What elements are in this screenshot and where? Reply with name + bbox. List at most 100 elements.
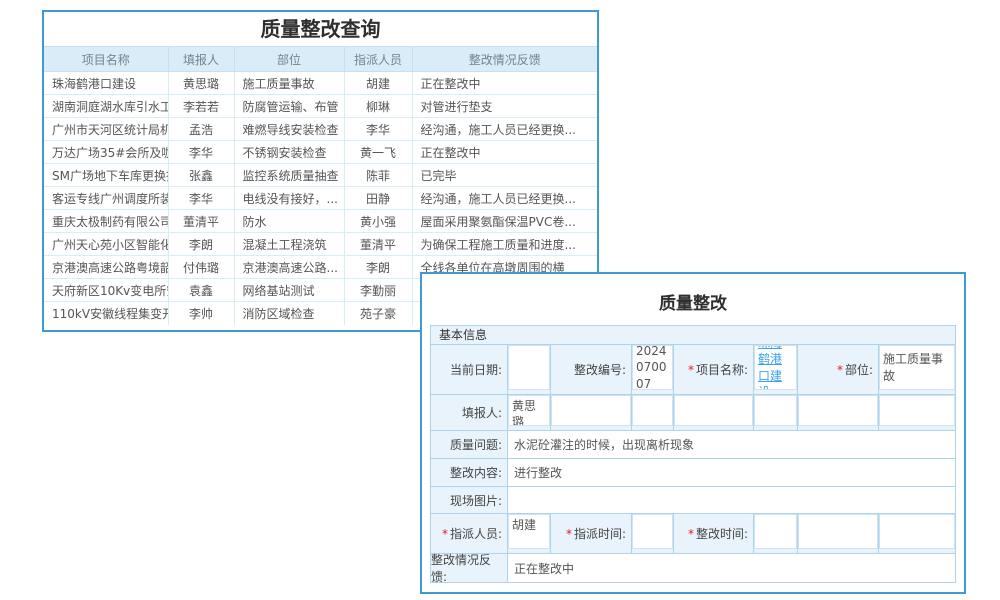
project-name-link[interactable]: 京港澳高速公路粤境韶关至 [44, 256, 168, 279]
empty-cell [754, 395, 798, 430]
project-name-link[interactable]: 110kV安徽线程集变开断线 [44, 302, 168, 325]
assignee-link[interactable]: 胡建 [344, 72, 412, 95]
reporter-link[interactable]: 李帅 [168, 302, 234, 325]
rect-time-field[interactable] [754, 514, 797, 549]
part-text: 混凝土工程浇筑 [234, 233, 344, 256]
content-label: 整改内容: [431, 459, 508, 486]
part-text: 难燃导线安装检查 [234, 118, 344, 141]
col-header-project: 项目名称 [44, 47, 168, 72]
part-text: 京港澳高速公路... [234, 256, 344, 279]
quality-rectification-form-panel: 质量整改 基本信息 当前日期: 整改编号: 2024070007 * 项目名称: [420, 272, 966, 594]
col-header-part: 部位 [234, 47, 344, 72]
required-marker: * [688, 363, 694, 377]
assignee-link[interactable]: 李勤丽 [344, 279, 412, 302]
feedback-text: 经沟通，施工人员已经更换... [412, 118, 597, 141]
part-text: 防水 [234, 210, 344, 233]
empty-cell [798, 395, 879, 430]
feedback-text: 屋面采用聚氨酯保温PVC卷... [412, 210, 597, 233]
empty-field[interactable] [798, 395, 878, 426]
required-marker: * [837, 363, 843, 377]
project-name-link[interactable]: 广州市天河区统计局机房改 [44, 118, 168, 141]
assignee-link[interactable]: 李华 [344, 118, 412, 141]
assign-time-field[interactable] [632, 514, 673, 549]
empty-field[interactable] [632, 395, 673, 426]
reporter-link[interactable]: 李华 [168, 187, 234, 210]
empty-cell [879, 395, 955, 430]
reporter-link[interactable]: 袁鑫 [168, 279, 234, 302]
photo-label: 现场图片: [431, 487, 508, 513]
reporter-link[interactable]: 董清平 [168, 210, 234, 233]
current-date-field[interactable] [508, 345, 550, 390]
assignee-link[interactable]: 陈菲 [344, 164, 412, 187]
assignee-cell: 胡建 [508, 514, 551, 553]
part-text: 不锈钢安装检查 [234, 141, 344, 164]
table-row: 湖南洞庭湖水库引水工程施李若若防腐管运输、布管柳琳对管进行垫支 [44, 95, 597, 118]
form-panel-title: 质量整改 [422, 274, 964, 325]
form-row-reporter: 填报人: 黄思璐 [431, 395, 955, 431]
assignee-link[interactable]: 黄小强 [344, 210, 412, 233]
project-name-link[interactable]: 珠海鹤港口建设 [758, 345, 793, 390]
assignee-link[interactable]: 柳琳 [344, 95, 412, 118]
reporter-link[interactable]: 孟浩 [168, 118, 234, 141]
assignee-link[interactable]: 李朗 [344, 256, 412, 279]
assignee-link[interactable]: 田静 [344, 187, 412, 210]
project-name-label: * 项目名称: [674, 345, 754, 394]
table-row: 广州天心苑小区智能化系统李朗混凝土工程浇筑董清平为确保工程施工质量和进度... [44, 233, 597, 256]
table-row: 万达广场35#会所及咖啡厅李华不锈钢安装检查黄一飞正在整改中 [44, 141, 597, 164]
part-field[interactable]: 施工质量事故 [879, 345, 955, 390]
project-name-field[interactable]: 珠海鹤港口建设 [754, 345, 797, 390]
required-marker: * [566, 527, 572, 541]
col-header-assignee: 指派人员 [344, 47, 412, 72]
project-name-link[interactable]: 客运专线广州调度所装修项 [44, 187, 168, 210]
photo-field[interactable] [508, 487, 955, 513]
table-row: 客运专线广州调度所装修项李华电线没有接好，...田静经沟通，施工人员已经更换..… [44, 187, 597, 210]
empty-cell [551, 395, 632, 430]
assignee-link[interactable]: 苑子豪 [344, 302, 412, 325]
assignee-link[interactable]: 董清平 [344, 233, 412, 256]
table-row: SM广场地下车库更换摄像张鑫监控系统质量抽查陈菲已完毕 [44, 164, 597, 187]
part-label: * 部位: [798, 345, 879, 394]
project-name-link[interactable]: 重庆太极制药有限公司亳州 [44, 210, 168, 233]
reporter-link[interactable]: 付伟璐 [168, 256, 234, 279]
form-row-issue: 质量问题: 水泥砼灌注的时候，出现离析现象 [431, 431, 955, 459]
query-table-header-row: 项目名称 填报人 部位 指派人员 整改情况反馈 [44, 47, 597, 72]
form-row-feedback: 整改情况反馈: 正在整改中 [431, 554, 955, 582]
reporter-link[interactable]: 李华 [168, 141, 234, 164]
assignee-link[interactable]: 黄一飞 [344, 141, 412, 164]
reporter-cell: 黄思璐 [508, 395, 551, 430]
reporter-link[interactable]: 李若若 [168, 95, 234, 118]
issue-label: 质量问题: [431, 431, 508, 458]
feedback-text: 已完毕 [412, 164, 597, 187]
part-cell: 施工质量事故 [879, 345, 955, 394]
project-name-link[interactable]: 天府新区10Kv变电所安装工 [44, 279, 168, 302]
content-field[interactable]: 进行整改 [508, 459, 955, 486]
project-name-link[interactable]: 广州天心苑小区智能化系统 [44, 233, 168, 256]
project-name-link[interactable]: SM广场地下车库更换摄像 [44, 164, 168, 187]
form-row-assign: * 指派人员: 胡建 * 指派时间: * 整改时间: [431, 514, 955, 554]
project-name-link[interactable]: 万达广场35#会所及咖啡厅 [44, 141, 168, 164]
project-name-cell: 珠海鹤港口建设 [754, 345, 798, 394]
empty-field[interactable] [879, 395, 955, 426]
feedback-field[interactable]: 正在整改中 [508, 554, 955, 582]
rect-time-label: * 整改时间: [674, 514, 754, 553]
empty-field[interactable] [798, 514, 878, 549]
empty-field[interactable] [754, 395, 797, 426]
issue-field[interactable]: 水泥砼灌注的时候，出现离析现象 [508, 431, 955, 458]
rect-time-cell [754, 514, 798, 553]
empty-cell [674, 395, 754, 430]
reporter-link[interactable]: 黄思璐 [168, 72, 234, 95]
part-text: 防腐管运输、布管 [234, 95, 344, 118]
empty-field[interactable] [551, 395, 631, 426]
table-row: 珠海鹤港口建设黄思璐施工质量事故胡建正在整改中 [44, 72, 597, 95]
reporter-link[interactable]: 张鑫 [168, 164, 234, 187]
project-name-link[interactable]: 湖南洞庭湖水库引水工程施 [44, 95, 168, 118]
empty-field[interactable] [674, 395, 753, 426]
rect-no-field[interactable]: 2024070007 [632, 345, 673, 390]
reporter-link[interactable]: 李朗 [168, 233, 234, 256]
reporter-field[interactable]: 黄思璐 [508, 395, 550, 426]
table-row: 重庆太极制药有限公司亳州董清平防水黄小强屋面采用聚氨酯保温PVC卷... [44, 210, 597, 233]
empty-field[interactable] [879, 514, 955, 549]
project-name-link[interactable]: 珠海鹤港口建设 [44, 72, 168, 95]
empty-cell [798, 514, 879, 553]
assignee-field[interactable]: 胡建 [508, 514, 550, 549]
